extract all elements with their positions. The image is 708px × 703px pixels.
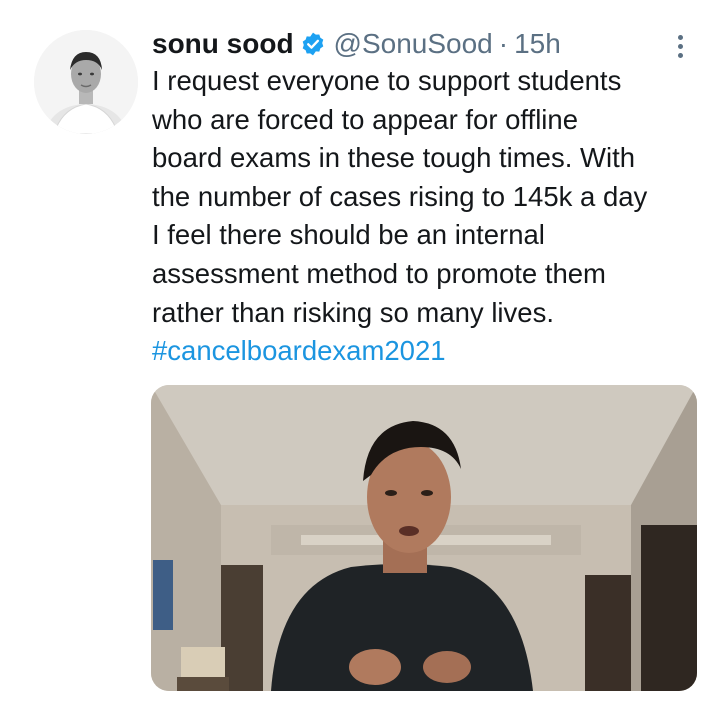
tweet-header: sonu sood @SonuSood · 15h (152, 26, 561, 62)
tweet-timestamp[interactable]: 15h (514, 26, 561, 62)
verified-badge-icon (300, 31, 326, 57)
tweet-text: I request everyone to support students w… (152, 62, 700, 371)
author-avatar[interactable] (34, 30, 138, 134)
tweet-text-line: I request everyone to support students (152, 65, 622, 96)
tweet-text-line: board exams in these tough times. With (152, 142, 636, 174)
author-handle[interactable]: @SonuSood (334, 26, 493, 62)
tweet-card[interactable]: sonu sood @SonuSood · 15h I request ever… (0, 0, 708, 703)
tweet-text-line: I feel there should be an internal (152, 219, 545, 251)
hashtag-link[interactable]: #cancelboardexam2021 (152, 332, 700, 371)
more-options-icon[interactable] (666, 28, 694, 64)
tweet-media-image[interactable] (151, 385, 697, 691)
tweet-text-line: the number of cases rising to 145k a day (152, 180, 648, 212)
tweet-text-line: who are forced to appear for offline (152, 103, 579, 135)
separator-dot: · (498, 28, 509, 59)
tweet-text-line: rather than risking so many lives. (152, 296, 554, 328)
tweet-text-line: assessment method to promote them (152, 257, 606, 289)
author-name[interactable]: sonu sood (152, 26, 294, 62)
